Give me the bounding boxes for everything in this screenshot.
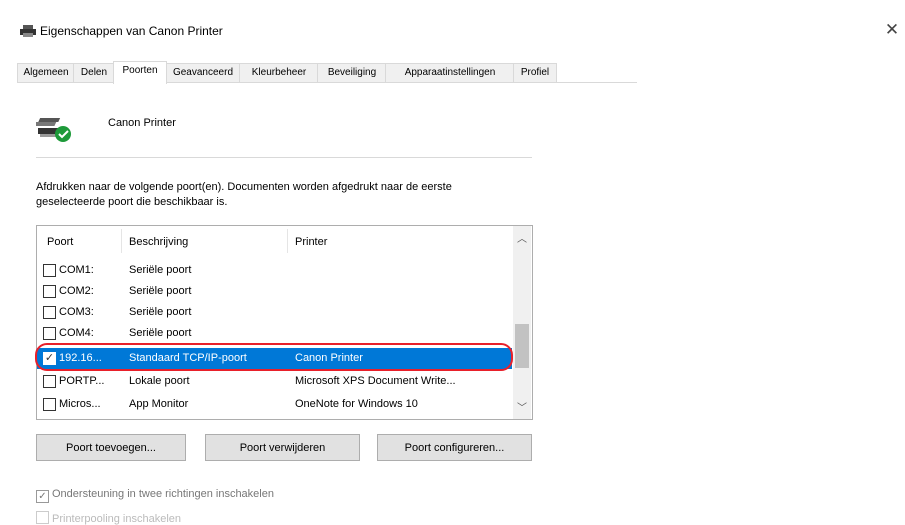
pooling-label: Printerpooling inschakelen [52,513,182,525]
tab-profiel[interactable]: Profiel [513,63,557,83]
delete-port-button[interactable]: Poort verwijderen [205,434,360,461]
title-bar: Eigenschappen van Canon Printer ✕ [0,0,905,56]
ports-description: Afdrukken naar de volgende poort(en). Do… [36,181,452,208]
port-description: App Monitor [129,398,189,410]
window-title: Eigenschappen van Canon Printer [40,24,223,38]
printer-ready-icon [36,118,71,142]
port-name: COM1: [59,264,94,276]
port-checkbox[interactable] [43,398,56,411]
port-checkbox[interactable] [43,285,56,298]
port-checkbox[interactable] [43,306,56,319]
separator [36,157,532,158]
port-row[interactable]: Micros... App Monitor OneNote for Window… [37,394,512,415]
port-description: Lokale poort [129,375,190,387]
vertical-scrollbar[interactable]: ︿ ﹀ [513,226,531,419]
tab-kleurbeheer[interactable]: Kleurbeheer [239,63,319,83]
port-name: Micros... [59,398,101,410]
port-description: Seriële poort [129,285,192,297]
tab-poorten[interactable]: Poorten [113,61,167,84]
port-printer: Microsoft XPS Document Write... [295,375,456,387]
port-description: Seriële poort [129,327,192,339]
configure-port-button[interactable]: Poort configureren... [377,434,532,461]
port-checkbox[interactable] [43,327,56,340]
bidirectional-label: Ondersteuning in twee richtingen inschak… [52,488,274,500]
printer-name: Canon Printer [108,117,176,129]
tab-apparaatinstellingen[interactable]: Apparaatinstellingen [385,63,515,83]
column-divider [121,229,122,253]
port-checkbox[interactable] [43,375,56,388]
port-checkbox-checked[interactable]: ✓ [43,352,56,365]
port-printer: Canon Printer [295,352,363,364]
column-header-port[interactable]: Poort [47,236,73,248]
port-row[interactable]: COM4: Seriële poort [37,323,512,344]
port-name: 192.16... [59,352,102,364]
ports-list[interactable]: Poort Beschrijving Printer COM1: Seriële… [36,225,533,420]
port-row[interactable]: COM1: Seriële poort [37,260,512,281]
list-header: Poort Beschrijving Printer [37,226,512,258]
port-printer: OneNote for Windows 10 [295,398,418,410]
bidirectional-option[interactable]: ✓ Ondersteuning in twee richtingen inscha… [36,488,274,503]
pooling-checkbox[interactable] [36,511,49,524]
scroll-down-icon[interactable]: ﹀ [513,399,531,415]
bidirectional-checkbox[interactable]: ✓ [36,490,49,503]
port-name: PORTP... [59,375,105,387]
scroll-up-icon[interactable]: ︿ [513,230,531,246]
port-description: Standaard TCP/IP-poort [129,352,247,364]
tab-strip: Algemeen Delen Poorten Geavanceerd Kleur… [17,61,637,84]
tab-delen[interactable]: Delen [73,63,115,83]
tab-geavanceerd[interactable]: Geavanceerd [165,63,241,83]
tab-beveiliging[interactable]: Beveiliging [317,63,387,83]
port-name: COM4: [59,327,94,339]
tab-panel-border [17,82,637,83]
port-description: Seriële poort [129,264,192,276]
port-name: COM2: [59,285,94,297]
tab-algemeen[interactable]: Algemeen [17,63,75,83]
port-row[interactable]: PORTP... Lokale poort Microsoft XPS Docu… [37,371,512,392]
port-row-selected[interactable]: ✓ 192.16... Standaard TCP/IP-poort Canon… [37,348,512,369]
port-description: Seriële poort [129,306,192,318]
column-header-printer[interactable]: Printer [295,236,327,248]
scroll-thumb[interactable] [515,324,529,368]
column-header-description[interactable]: Beschrijving [129,236,188,248]
port-checkbox[interactable] [43,264,56,277]
pooling-option[interactable]: Printerpooling inschakelen [36,511,181,525]
port-row[interactable]: COM3: Seriële poort [37,302,512,323]
add-port-button[interactable]: Poort toevoegen... [36,434,186,461]
printer-icon [20,25,36,37]
port-name: COM3: [59,306,94,318]
port-row[interactable]: COM2: Seriële poort [37,281,512,302]
column-divider [287,229,288,253]
close-button[interactable]: ✕ [880,18,904,42]
